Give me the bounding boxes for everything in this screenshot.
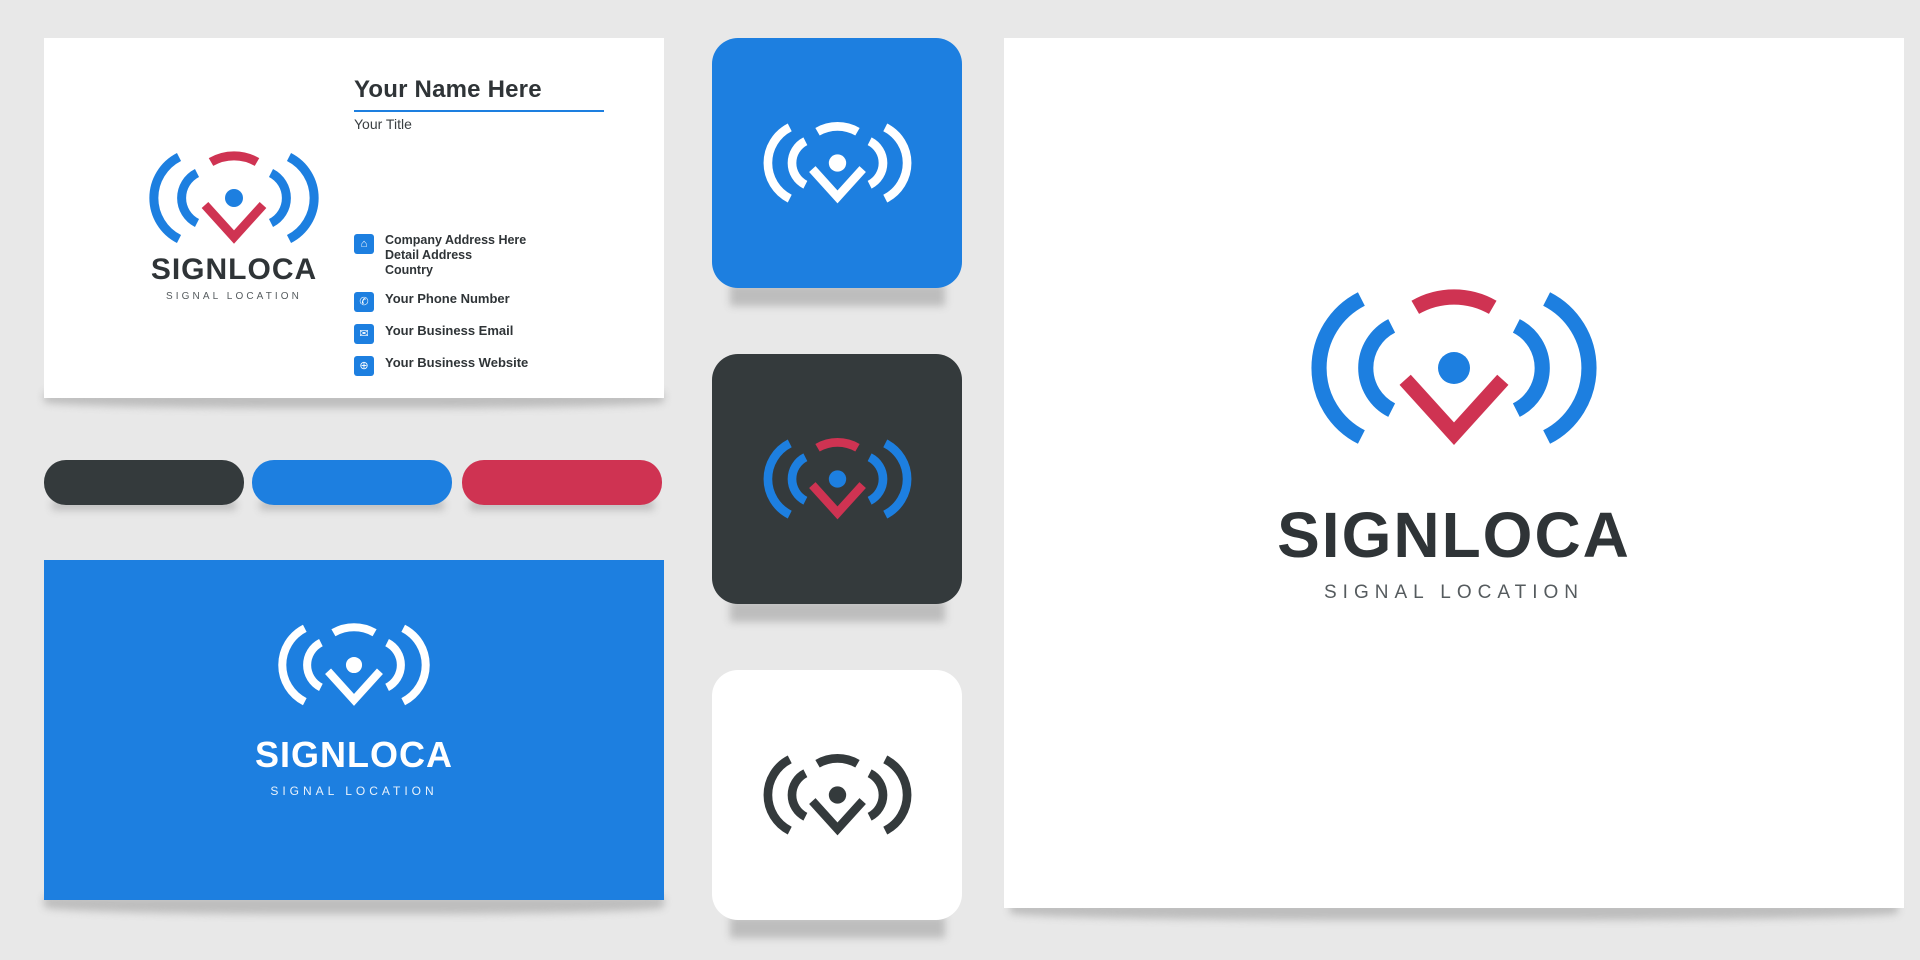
contact-row-email: ✉ Your Business Email [354,323,634,345]
app-icon-dark [712,354,962,604]
card-person-name: Your Name Here [354,76,604,112]
signal-pin-mark-tile-color [763,438,911,520]
panel-wordmark: SIGNLOCA [1277,499,1631,571]
address-line-2: Detail Address [385,247,473,262]
blue-swatch [252,460,452,505]
globe-icon: ⊕ [354,356,374,377]
dark-swatch [44,460,244,505]
signal-pin-mark-white [278,623,430,706]
card-back-wordmark: SIGNLOCA [255,734,454,775]
email-icon: ✉ [354,324,374,345]
panel-logo-group: SIGNLOCA SIGNAL LOCATION [1004,268,1904,604]
phone-icon: ✆ [354,292,374,313]
contact-address: Company Address Here Detail Address Coun… [385,233,526,277]
red-swatch [462,460,662,505]
card-back-submark: SIGNAL LOCATION [270,784,438,798]
artboard: SIGNLOCA SIGNAL LOCATION Your Name Here … [0,0,1920,960]
home-icon: ⌂ [354,234,374,254]
card-back-logo-group: SIGNLOCA SIGNAL LOCATION [255,610,452,798]
card-submark: SIGNAL LOCATION [166,291,302,302]
app-icon-white [712,670,962,920]
contact-row-phone: ✆ Your Phone Number [354,291,634,313]
card-wordmark: SIGNLOCA [150,253,318,286]
address-line-3: Country [385,262,433,277]
business-card-front: SIGNLOCA SIGNAL LOCATION Your Name Here … [44,38,664,398]
card-logo-group: SIGNLOCA SIGNAL LOCATION [139,143,329,302]
contact-phone: Your Phone Number [385,291,510,307]
panel-submark: SIGNAL LOCATION [1324,582,1584,603]
card-contact-block: ⌂ Company Address Here Detail Address Co… [354,233,634,387]
contact-row-website: ⊕ Your Business Website [354,355,634,377]
signal-pin-mark-tile-white [763,122,911,204]
contact-row-address: ⌂ Company Address Here Detail Address Co… [354,233,634,277]
contact-website: Your Business Website [385,355,529,371]
business-card-back: SIGNLOCA SIGNAL LOCATION [44,560,664,900]
signal-pin-mark-tile-dark [763,754,911,836]
card-person-title: Your Title [354,116,412,132]
signal-pin-mark-large [1311,289,1597,445]
address-line-1: Company Address Here [385,233,527,247]
app-icon-blue [712,38,962,288]
signal-pin-mark-small [149,151,319,244]
presentation-panel: SIGNLOCA SIGNAL LOCATION [1004,38,1904,908]
contact-email: Your Business Email [385,323,514,339]
